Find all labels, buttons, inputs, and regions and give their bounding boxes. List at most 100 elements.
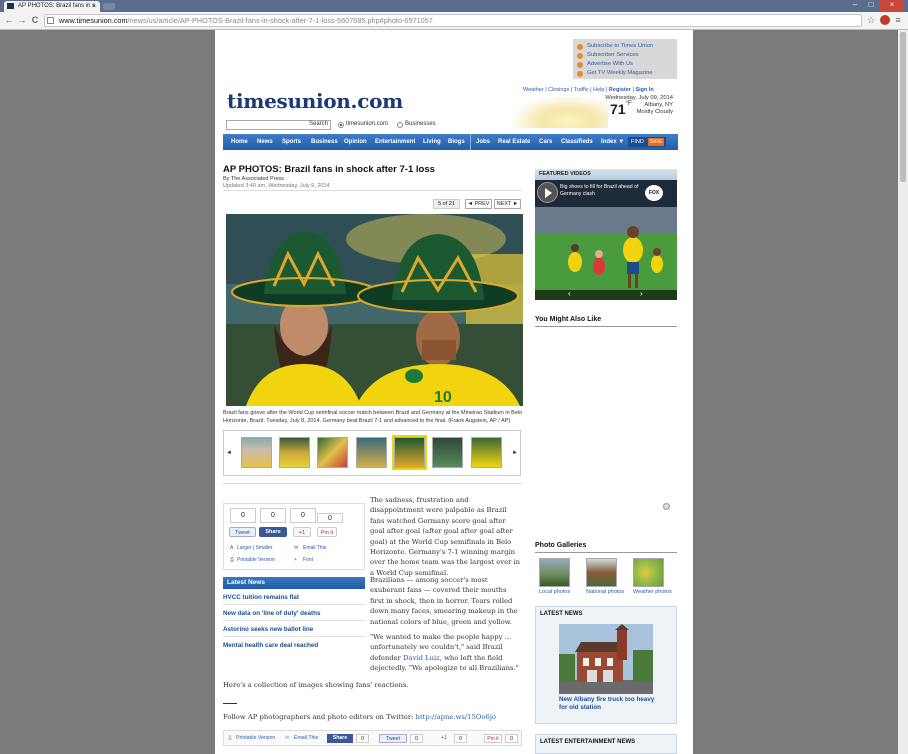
david-luiz-link[interactable]: David Luiz <box>403 654 440 662</box>
article-byline: By The Associated Press <box>223 176 285 182</box>
new-tab-button[interactable] <box>103 3 115 10</box>
sign-in-link[interactable]: Sign In <box>635 87 653 93</box>
national-photos-link[interactable]: National photos <box>586 589 624 595</box>
strip-prev-button[interactable]: ◄ <box>224 430 234 476</box>
back-button[interactable]: ← <box>3 14 15 26</box>
weather-unit: °F <box>625 101 632 107</box>
gplus-count: 0 <box>290 508 316 523</box>
latest-entertainment-header: LATEST ENTERTAINMENT NEWS <box>540 739 636 745</box>
browser-tab[interactable]: AP PHOTOS: Brazil fans in s × <box>4 1 100 12</box>
video-prev-button[interactable]: ‹ <box>568 289 571 298</box>
nav-real-estate[interactable]: Real Estate <box>498 134 530 150</box>
nav-business[interactable]: Business <box>311 134 338 150</box>
register-link[interactable]: Register <box>609 87 631 93</box>
video-title[interactable]: Big shoes to fill for Brazil ahead of Ge… <box>560 184 640 197</box>
prev-photo-button[interactable]: ◄ PREV <box>465 199 492 209</box>
utility-links[interactable]: Weather | Closings | Traffic | Help | Re… <box>523 87 654 93</box>
divider <box>223 483 522 484</box>
search-scope-business-radio[interactable] <box>397 122 403 128</box>
close-window-button[interactable]: × <box>880 0 904 11</box>
tab-close-icon[interactable]: × <box>92 1 96 12</box>
tweet-button[interactable]: Tweet <box>229 527 256 537</box>
video-next-button[interactable]: › <box>640 289 643 298</box>
local-photos-thumbnail[interactable] <box>539 558 570 587</box>
national-photos-thumbnail[interactable] <box>586 558 617 587</box>
minimize-button[interactable]: – <box>848 0 862 11</box>
search-scope-site-radio[interactable] <box>338 122 344 128</box>
play-icon <box>545 188 552 198</box>
nav-classifieds[interactable]: Classifieds <box>561 134 593 150</box>
video-nav-bar <box>535 290 677 300</box>
latest-news-item[interactable]: Astorino seeks new ballot line <box>223 626 313 633</box>
nav-cars[interactable]: Cars <box>539 134 552 150</box>
bottom-email-link[interactable]: Email This <box>294 734 318 743</box>
facebook-share-button[interactable]: Share <box>259 527 287 537</box>
utility-links-text[interactable]: Weather | Closings | Traffic | Help <box>523 87 604 93</box>
divider <box>223 190 522 191</box>
nav-index[interactable]: Index ▼ <box>601 134 624 150</box>
print-icon: ⎙ <box>228 735 233 741</box>
divider <box>223 703 237 704</box>
fire-station-photo[interactable] <box>559 624 653 694</box>
font-link[interactable]: Font <box>303 557 313 563</box>
weather-photos-thumbnail[interactable] <box>633 558 664 587</box>
maximize-button[interactable]: □ <box>864 0 878 11</box>
thumbnail[interactable] <box>356 437 387 468</box>
main-photo[interactable]: 10 <box>226 214 523 406</box>
article-paragraph: Here's a collection of images showing fa… <box>223 681 409 689</box>
gplus-button[interactable]: +1 <box>293 527 311 537</box>
email-this-link[interactable]: Email This <box>303 545 326 551</box>
divider <box>535 326 677 327</box>
forward-button[interactable]: → <box>16 14 28 26</box>
bottom-printable-link[interactable]: Printable Version <box>236 734 275 743</box>
strip-next-button[interactable]: ► <box>510 430 520 476</box>
thumbnail[interactable] <box>241 437 272 468</box>
latest-news-item[interactable]: Mental health care deal reached <box>223 642 318 649</box>
tv-weekly-link[interactable]: Get TV Weekly Magazine <box>577 69 653 78</box>
subscriber-services-link[interactable]: Subscriber Services <box>577 51 639 60</box>
thumbnail[interactable] <box>471 437 502 468</box>
latest-news-item[interactable]: HVCC tuition remains flat <box>223 594 299 601</box>
article-paragraph: Brazilians — among soccer's most exubera… <box>370 576 518 626</box>
bottom-pinit-button[interactable]: Pin it <box>484 734 502 743</box>
divider <box>223 604 365 605</box>
nav-living[interactable]: Living <box>423 134 441 150</box>
menu-icon[interactable]: ≡ <box>893 14 903 26</box>
search-button[interactable]: Search <box>309 121 328 127</box>
latest-news-item[interactable]: New data on 'line of duty' deaths <box>223 610 320 617</box>
loading-spinner-icon <box>663 503 670 510</box>
nav-opinion[interactable]: Opinion <box>344 134 367 150</box>
bottom-gplus-button[interactable]: +1 <box>437 734 451 743</box>
nav-home[interactable]: Home <box>231 134 248 150</box>
thumbnail-selected[interactable] <box>392 435 427 470</box>
latest-news-caption[interactable]: New Albany fire truck too heavy for old … <box>559 696 659 712</box>
bottom-tweet-button[interactable]: Tweet <box>379 734 407 743</box>
thumbnail[interactable] <box>279 437 310 468</box>
extension-icon[interactable] <box>880 15 890 25</box>
nav-sports[interactable]: Sports <box>282 134 301 150</box>
nav-entertainment[interactable]: Entertainment <box>375 134 415 150</box>
thumbnail[interactable] <box>432 437 463 468</box>
nav-news[interactable]: News <box>257 134 273 150</box>
reload-button[interactable]: C <box>29 14 41 26</box>
next-photo-button[interactable]: NEXT ► <box>494 199 521 209</box>
bottom-facebook-share-button[interactable]: Share <box>327 734 353 743</box>
pinit-count: 0 <box>317 513 343 523</box>
advertise-link[interactable]: Advertise With Us <box>577 60 633 69</box>
thumbnail[interactable] <box>317 437 348 468</box>
address-bar[interactable]: www.timesunion.com/news/us/article/AP-PH… <box>44 14 862 27</box>
printable-version-link[interactable]: Printable Version <box>237 557 275 563</box>
photo-caption: Brazil fans grieve after the World Cup s… <box>223 410 523 424</box>
pinit-button[interactable]: Pin it <box>317 527 337 537</box>
site-logo[interactable]: timesunion.com <box>227 89 403 113</box>
weather-photos-link[interactable]: Weather photos <box>633 589 672 595</box>
twitter-link[interactable]: http://apne.ws/15Oo6jo <box>416 713 496 721</box>
local-photos-link[interactable]: Local photos <box>539 589 570 595</box>
nav-blogs[interactable]: Blogs <box>448 134 465 150</box>
scrollbar-thumb[interactable] <box>900 32 906 182</box>
bookmark-star-icon[interactable]: ☆ <box>865 14 877 26</box>
subscribe-link[interactable]: Subscribe to Times Union <box>577 42 653 51</box>
photo-counter: 5 of 21 <box>433 199 460 209</box>
larger-smaller-link[interactable]: Larger | Smaller <box>237 545 272 551</box>
nav-jobs[interactable]: Jobs <box>476 134 490 150</box>
